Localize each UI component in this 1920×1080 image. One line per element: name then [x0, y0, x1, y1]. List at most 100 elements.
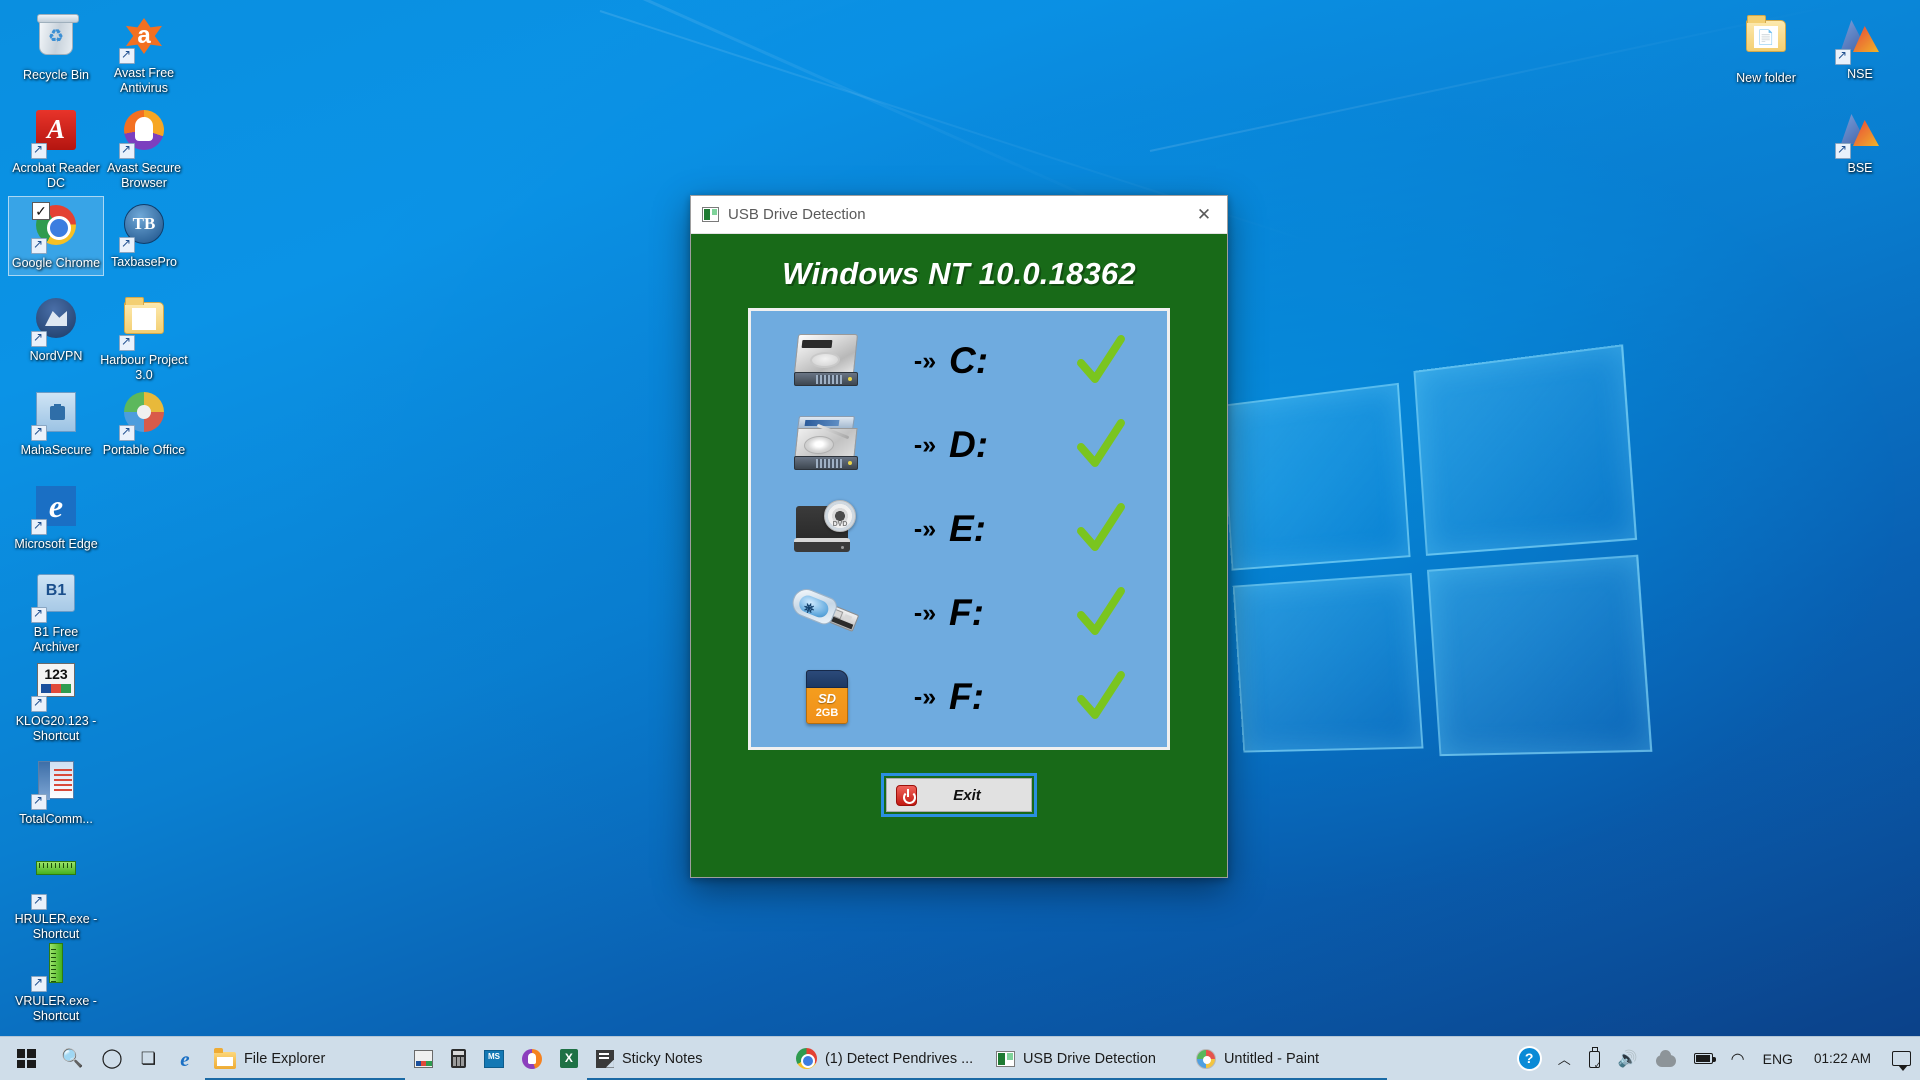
shortcut-arrow-icon [119, 335, 135, 351]
network-button[interactable]: ◠ [1722, 1037, 1754, 1080]
close-icon[interactable]: ✕ [1181, 196, 1227, 234]
taskbar-item-klog[interactable] [405, 1037, 442, 1080]
taskbar-item-untitled-paint[interactable]: Untitled - Paint [1187, 1037, 1387, 1080]
cortana-button[interactable]: ◯ [92, 1037, 131, 1080]
notification-icon [1892, 1051, 1911, 1066]
shortcut-arrow-icon [1835, 49, 1851, 65]
drive-row: DVD-»E: [751, 487, 1167, 571]
desktop-icon-vruler-exe-shortcut[interactable]: VRULER.exe - Shortcut [8, 935, 104, 1028]
desktop-icon-google-chrome[interactable]: ✓Google Chrome [8, 196, 104, 276]
battery-button[interactable] [1685, 1037, 1722, 1080]
shortcut-arrow-icon [31, 976, 47, 992]
detected-check-icon [1035, 333, 1167, 389]
desktop-icon-label: TaxbasePro [98, 255, 190, 270]
shortcut-arrow-icon [119, 237, 135, 253]
desktop-icon-bse[interactable]: BSE [1812, 102, 1908, 180]
klog-icon [414, 1050, 433, 1068]
taskbar-item-usb-drive-detection[interactable]: USB Drive Detection [987, 1037, 1187, 1080]
desktop-icon-nordvpn[interactable]: NordVPN [8, 290, 104, 368]
desktop-icon-klog20-123-shortcut[interactable]: KLOG20.123 - Shortcut [8, 652, 104, 748]
maha-icon [32, 392, 80, 440]
desktop-icon-label: BSE [1814, 161, 1906, 176]
taskbar[interactable]: 🔍 ◯ ❏ e File Explorer X Sticky Notes (1) Det… [0, 1036, 1920, 1080]
drive-letter: F: [949, 592, 1035, 634]
window-title: USB Drive Detection [728, 206, 866, 223]
power-icon [896, 785, 917, 806]
desktop-icon-new-folder[interactable]: New folder [1718, 8, 1814, 90]
taskbar-item-avast-browser[interactable] [513, 1037, 551, 1080]
sticky-notes-icon [596, 1050, 614, 1068]
start-button[interactable] [0, 1037, 52, 1080]
arrow-glyph: -» [901, 515, 949, 544]
help-tray-button[interactable]: ? [1510, 1037, 1549, 1080]
desktop-icon-harbour-project-3-0[interactable]: Harbour Project 3.0 [96, 290, 192, 387]
edge-icon: e [174, 1048, 196, 1070]
taskbar-item-edge[interactable]: e [165, 1037, 205, 1080]
shortcut-arrow-icon [119, 48, 135, 64]
selection-checkbox[interactable]: ✓ [32, 202, 50, 220]
desktop-icon-hruler-exe-shortcut[interactable]: HRULER.exe - Shortcut [8, 840, 104, 946]
hruler-icon [32, 861, 80, 909]
desktop-icon-recycle-bin[interactable]: Recycle Bin [8, 8, 104, 87]
desktop-icon-nse[interactable]: NSE [1812, 8, 1908, 86]
desktop-icon-microsoft-edge[interactable]: Microsoft Edge [8, 478, 104, 556]
desktop-icon-label: TotalComm... [10, 812, 102, 827]
desktop-icon-label: Avast Secure Browser [98, 161, 190, 191]
avast-icon [120, 15, 168, 63]
desktop-icon-acrobat-reader-dc[interactable]: Acrobat Reader DC [8, 102, 104, 195]
shortcut-arrow-icon [31, 143, 47, 159]
clock[interactable]: 01:22 AM [1802, 1037, 1883, 1080]
folder-icon [1742, 20, 1790, 68]
desktop-icon-label: Microsoft Edge [10, 537, 102, 552]
desktop-icon-portable-office[interactable]: Portable Office [96, 384, 192, 462]
taskbar-item-harbour[interactable] [475, 1037, 513, 1080]
taskbar-item-calculator[interactable] [442, 1037, 475, 1080]
taskbar-item-file-explorer[interactable]: File Explorer [205, 1037, 405, 1080]
desktop-icon-label: KLOG20.123 - Shortcut [10, 714, 102, 744]
sd-card-icon: SD2GB [751, 666, 901, 728]
shortcut-arrow-icon [31, 425, 47, 441]
usb-drive-detection-icon [996, 1051, 1015, 1067]
taskbar-item-label: Untitled - Paint [1224, 1051, 1319, 1067]
exit-button[interactable]: Exit [886, 778, 1032, 812]
shortcut-arrow-icon [31, 238, 47, 254]
usb-drive-detection-window[interactable]: USB Drive Detection ✕ Windows NT 10.0.18… [690, 195, 1228, 878]
calculator-icon [451, 1049, 466, 1068]
open-hard-disk-drive-icon [751, 414, 901, 476]
volume-button[interactable]: 🔊 [1609, 1037, 1647, 1080]
shortcut-arrow-icon [31, 794, 47, 810]
app-icon [702, 207, 719, 222]
b1-icon [32, 574, 80, 622]
desktop-icon-totalcomm[interactable]: TotalComm... [8, 752, 104, 831]
stock-icon [1836, 16, 1884, 64]
desktop[interactable]: Recycle BinAvast Free AntivirusAcrobat R… [0, 0, 1920, 1080]
desktop-icon-mahasecure[interactable]: MahaSecure [8, 384, 104, 462]
taskbar-item-label: Sticky Notes [622, 1051, 703, 1067]
arrow-glyph: -» [901, 431, 949, 460]
klog-icon [32, 663, 80, 711]
harbour-icon [484, 1050, 504, 1068]
onedrive-button[interactable] [1647, 1037, 1685, 1080]
shortcut-arrow-icon [31, 894, 47, 910]
desktop-icon-avast-free-antivirus[interactable]: Avast Free Antivirus [96, 8, 192, 100]
taskbar-item-sticky-notes[interactable]: Sticky Notes [587, 1037, 787, 1080]
detected-check-icon [1035, 417, 1167, 473]
wallpaper-light-ray [559, 0, 1145, 223]
action-center-button[interactable] [1883, 1037, 1920, 1080]
shortcut-arrow-icon [31, 331, 47, 347]
drive-row: -»C: [751, 319, 1167, 403]
window-titlebar[interactable]: USB Drive Detection ✕ [691, 196, 1227, 234]
taskbar-items: e File Explorer X Sticky Notes (1) Detect Pe… [165, 1037, 1387, 1080]
desktop-icon-avast-secure-browser[interactable]: Avast Secure Browser [96, 102, 192, 195]
desktop-icon-taxbasepro[interactable]: TaxbasePro [96, 196, 192, 274]
system-tray: ? ︿ 🔊 ◠ ENG 01:22 AM [1510, 1037, 1920, 1080]
task-view-button[interactable]: ❏ [132, 1037, 165, 1080]
shortcut-arrow-icon [1835, 143, 1851, 159]
desktop-icon-b1-free-archiver[interactable]: B1 Free Archiver [8, 565, 104, 659]
taskbar-item-1-detect-pendrives[interactable]: (1) Detect Pendrives ... [787, 1037, 987, 1080]
taskbar-item-excel[interactable]: X [551, 1037, 587, 1080]
search-button[interactable]: 🔍 [52, 1037, 92, 1080]
language-indicator[interactable]: ENG [1754, 1037, 1802, 1080]
show-hidden-icons-button[interactable]: ︿ [1549, 1037, 1580, 1080]
safely-remove-hardware-button[interactable] [1580, 1037, 1609, 1080]
